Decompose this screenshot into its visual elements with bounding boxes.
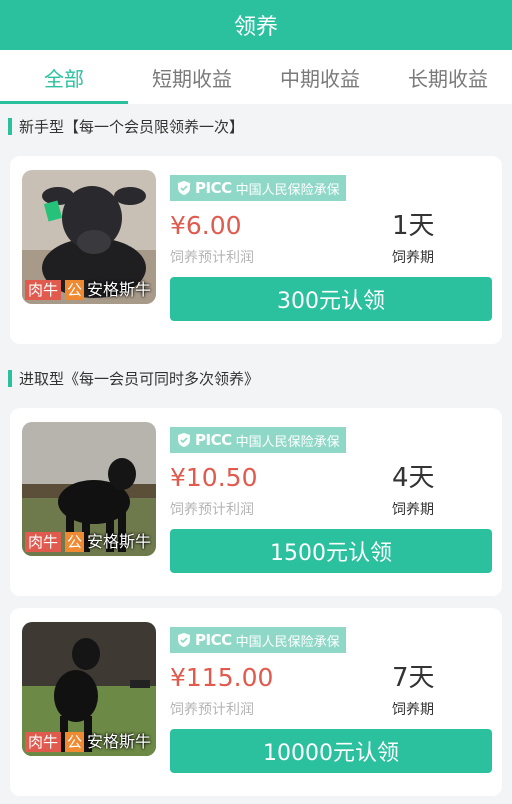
cattle-photo[interactable]: 肉牛 公 安格斯牛 [22,170,156,304]
page-header: 领养 [0,0,512,50]
shield-icon [178,181,190,195]
tag-gender: 公 [65,732,85,752]
tag-breed: 安格斯牛 [87,532,152,551]
tag-breed: 安格斯牛 [87,280,152,299]
adoption-card: 肉牛 公 安格斯牛 PICC 中国人民保险承保 ¥10.50 饲养预计利润 4天… [10,408,502,596]
card-info: PICC 中国人民保险承保 ¥6.00 饲养预计利润 1天 饲养期 300元认领 [170,170,492,330]
insurance-text: 中国人民保险承保 [235,434,340,450]
insurance-badge: PICC 中国人民保险承保 [170,175,346,201]
card-info: PICC 中国人民保险承保 ¥115.00 饲养预计利润 7天 饲养期 1000… [170,622,492,782]
expected-profit: ¥10.50 [170,463,258,492]
feeding-period: 4天 [392,463,435,493]
feeding-period: 7天 [392,663,435,693]
insurance-text: 中国人民保险承保 [235,182,340,198]
tab-short-term[interactable]: 短期收益 [128,50,256,104]
profit-label: 饲养预计利润 [170,250,254,266]
claim-button[interactable]: 300元认领 [170,277,492,321]
section-accent-bar [8,369,12,387]
insurance-badge: PICC 中国人民保险承保 [170,627,346,653]
page-title: 领养 [233,15,278,40]
shield-icon [178,633,190,647]
expected-profit: ¥115.00 [170,663,274,692]
period-label: 饲养期 [392,702,434,718]
insurance-text: 中国人民保险承保 [235,634,340,650]
tab-mid-term[interactable]: 中期收益 [256,50,384,104]
period-label: 饲养期 [392,502,434,518]
adoption-card: 肉牛 公 安格斯牛 PICC 中国人民保险承保 ¥115.00 饲养预计利润 7… [10,608,502,796]
section-title: 新手型【每一个会员限领养一次】 [19,117,245,136]
insurance-brand: PICC [195,631,232,649]
cattle-tags: 肉牛 公 安格斯牛 [25,532,151,552]
section-header-newbie: 新手型【每一个会员限领养一次】 [0,104,512,148]
section-title: 进取型《每一会员可同时多次领养》 [19,369,260,388]
shield-icon [178,433,190,447]
adoption-card: 肉牛 公 安格斯牛 PICC 中国人民保险承保 ¥6.00 饲养预计利润 1天 … [10,156,502,344]
claim-button[interactable]: 1500元认领 [170,529,492,573]
tab-long-term[interactable]: 长期收益 [384,50,512,104]
profit-label: 饲养预计利润 [170,502,254,518]
cattle-tags: 肉牛 公 安格斯牛 [25,732,151,752]
tag-gender: 公 [65,280,85,300]
tag-breed: 安格斯牛 [87,732,152,751]
period-label: 饲养期 [392,250,434,266]
expected-profit: ¥6.00 [170,211,242,240]
tag-beef-cattle: 肉牛 [25,732,62,752]
tag-beef-cattle: 肉牛 [25,532,62,552]
tab-all[interactable]: 全部 [0,50,128,104]
tab-bar: 全部 短期收益 中期收益 长期收益 [0,50,512,104]
claim-button[interactable]: 10000元认领 [170,729,492,773]
section-header-advanced: 进取型《每一会员可同时多次领养》 [0,356,512,400]
cattle-photo[interactable]: 肉牛 公 安格斯牛 [22,422,156,556]
profit-label: 饲养预计利润 [170,702,254,718]
insurance-badge: PICC 中国人民保险承保 [170,427,346,453]
insurance-brand: PICC [195,179,232,197]
tag-beef-cattle: 肉牛 [25,280,62,300]
card-info: PICC 中国人民保险承保 ¥10.50 饲养预计利润 4天 饲养期 1500元… [170,422,492,582]
tag-gender: 公 [65,532,85,552]
cattle-photo[interactable]: 肉牛 公 安格斯牛 [22,622,156,756]
cattle-tags: 肉牛 公 安格斯牛 [25,280,151,300]
feeding-period: 1天 [392,211,435,241]
insurance-brand: PICC [195,431,232,449]
section-accent-bar [8,117,12,135]
